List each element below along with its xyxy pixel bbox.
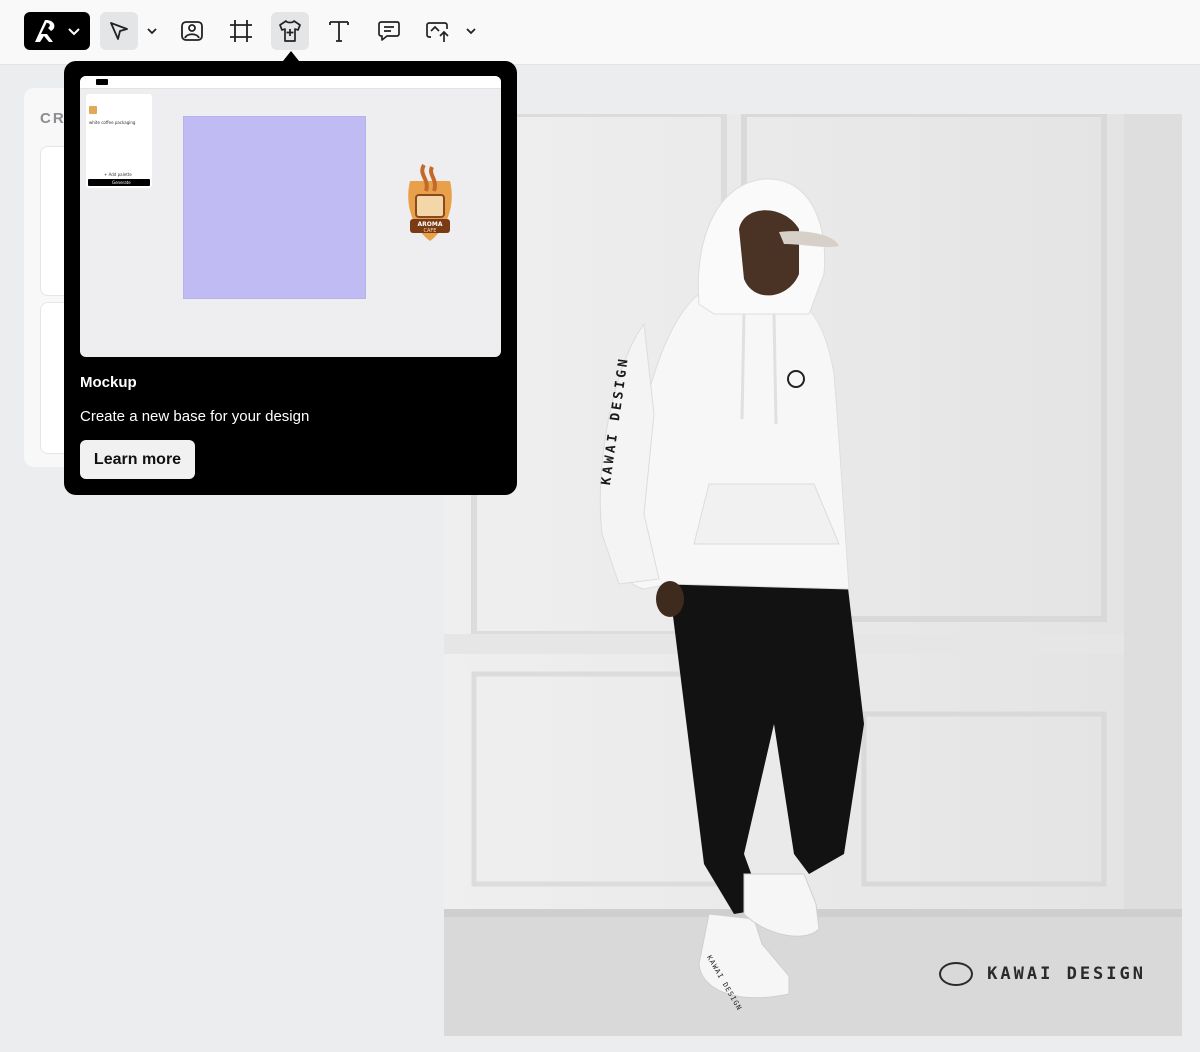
chevron-down-icon (68, 28, 80, 36)
brand-face-icon (939, 962, 974, 986)
preview-sidebar: white coffee packaging + Add palette Gen… (86, 94, 152, 188)
pointer-icon (110, 22, 128, 40)
image-tool-button[interactable] (173, 12, 211, 50)
comment-tool-button[interactable] (370, 12, 408, 50)
app-menu-button[interactable] (24, 12, 90, 50)
image-icon (181, 21, 203, 41)
select-tool-dropdown-chevron-icon[interactable] (145, 24, 159, 38)
mockup-preview-image: white coffee packaging + Add palette Gen… (80, 76, 501, 357)
select-tool-button[interactable] (100, 12, 138, 50)
preview-generate-label: Generate (112, 180, 131, 185)
preview-prompt-text: white coffee packaging (89, 120, 136, 125)
panel-title: CR (40, 110, 66, 127)
logo-text-line1: AROMA (418, 221, 443, 228)
text-icon (329, 21, 349, 42)
aroma-cafe-logo-icon: AROMA CAFE (408, 163, 452, 241)
preview-logo (96, 79, 108, 85)
preview-generate-button: Generate (88, 179, 150, 186)
preview-thumb (89, 106, 97, 114)
cloud-upload-icon (426, 22, 449, 42)
top-toolbar (0, 0, 1200, 65)
preview-purple-canvas (183, 116, 366, 299)
upload-tool-button[interactable] (419, 12, 457, 50)
popover-arrow (283, 51, 299, 61)
frame-icon (230, 20, 252, 42)
learn-more-button[interactable]: Learn more (80, 440, 195, 479)
mockup-tooltip-popover: white coffee packaging + Add palette Gen… (64, 61, 517, 495)
brand-watermark: KAWAI DESIGN (939, 962, 1146, 986)
hoodie-model-image (444, 114, 1182, 1036)
preview-add-palette: + Add palette (104, 172, 132, 177)
mockup-photo[interactable]: KAWAI DESIGN KAWAI DESIGN KAWAI DESIGN (444, 114, 1182, 1036)
popover-description: Create a new base for your design (80, 408, 310, 425)
mockup-tool-button[interactable] (271, 12, 309, 50)
app-logo-icon (35, 20, 55, 42)
comment-icon (378, 21, 400, 41)
upload-tool-dropdown-chevron-icon[interactable] (464, 24, 478, 38)
text-tool-button[interactable] (320, 12, 358, 50)
tshirt-plus-icon (279, 20, 301, 42)
frame-tool-button[interactable] (222, 12, 260, 50)
brand-watermark-text: KAWAI DESIGN (987, 964, 1146, 984)
preview-toolbar (80, 76, 501, 89)
logo-text-line2: CAFE (424, 228, 437, 234)
popover-title: Mockup (80, 374, 137, 391)
